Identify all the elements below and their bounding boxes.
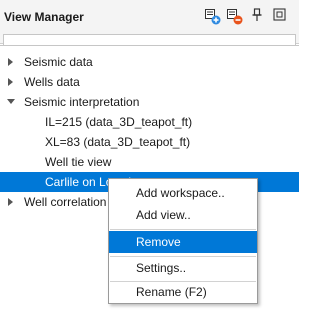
tree-item-xl83[interactable]: XL=83 (data_3D_teapot_ft)	[0, 132, 299, 152]
expand-arrow-icon[interactable]	[8, 198, 14, 206]
filter-input[interactable]	[3, 34, 296, 45]
remove-view-icon[interactable]	[226, 8, 243, 25]
restore-icon[interactable]	[273, 8, 286, 21]
tree-item-il215[interactable]: IL=215 (data_3D_teapot_ft)	[0, 112, 299, 132]
tree-item-seismic-interpretation[interactable]: Seismic interpretation	[0, 92, 299, 112]
pin-icon[interactable]	[251, 8, 263, 22]
tree-item-label: Well tie view	[45, 155, 112, 169]
panel-title: View Manager	[4, 10, 84, 24]
menu-item-label: Add view..	[136, 208, 191, 222]
tree-item-label: Seismic data	[24, 55, 93, 69]
menu-separator	[110, 229, 256, 230]
context-menu: Add workspace.. Add view.. Remove Settin…	[108, 178, 258, 304]
tree-item-wells-data[interactable]: Wells data	[0, 72, 299, 92]
menu-item-label: Settings..	[136, 261, 187, 275]
menu-item-remove[interactable]: Remove	[109, 231, 257, 253]
collapse-arrow-icon[interactable]	[7, 99, 15, 105]
expand-arrow-icon[interactable]	[8, 78, 14, 86]
menu-item-settings[interactable]: Settings..	[109, 257, 257, 279]
menu-item-label: Rename (F2)	[136, 285, 207, 299]
menu-item-label: Remove	[136, 235, 181, 249]
expand-arrow-icon[interactable]	[8, 58, 14, 66]
tree-item-seismic-data[interactable]: Seismic data	[0, 52, 299, 72]
tree-item-label: Well correlation	[24, 195, 107, 209]
add-view-icon[interactable]	[204, 8, 221, 25]
menu-item-label: Add workspace..	[136, 186, 225, 200]
tree-item-label: Wells data	[24, 75, 80, 89]
tree-item-label: Seismic interpretation	[24, 95, 140, 109]
tree-item-label: IL=215 (data_3D_teapot_ft)	[45, 115, 193, 129]
menu-item-add-view[interactable]: Add view..	[109, 204, 257, 226]
tree-item-well-tie-view[interactable]: Well tie view	[0, 152, 299, 172]
view-manager-header: View Manager	[0, 0, 299, 30]
menu-item-add-workspace[interactable]: Add workspace..	[109, 182, 257, 204]
menu-item-rename[interactable]: Rename (F2)	[109, 281, 257, 303]
tree-item-label: XL=83 (data_3D_teapot_ft)	[45, 135, 191, 149]
